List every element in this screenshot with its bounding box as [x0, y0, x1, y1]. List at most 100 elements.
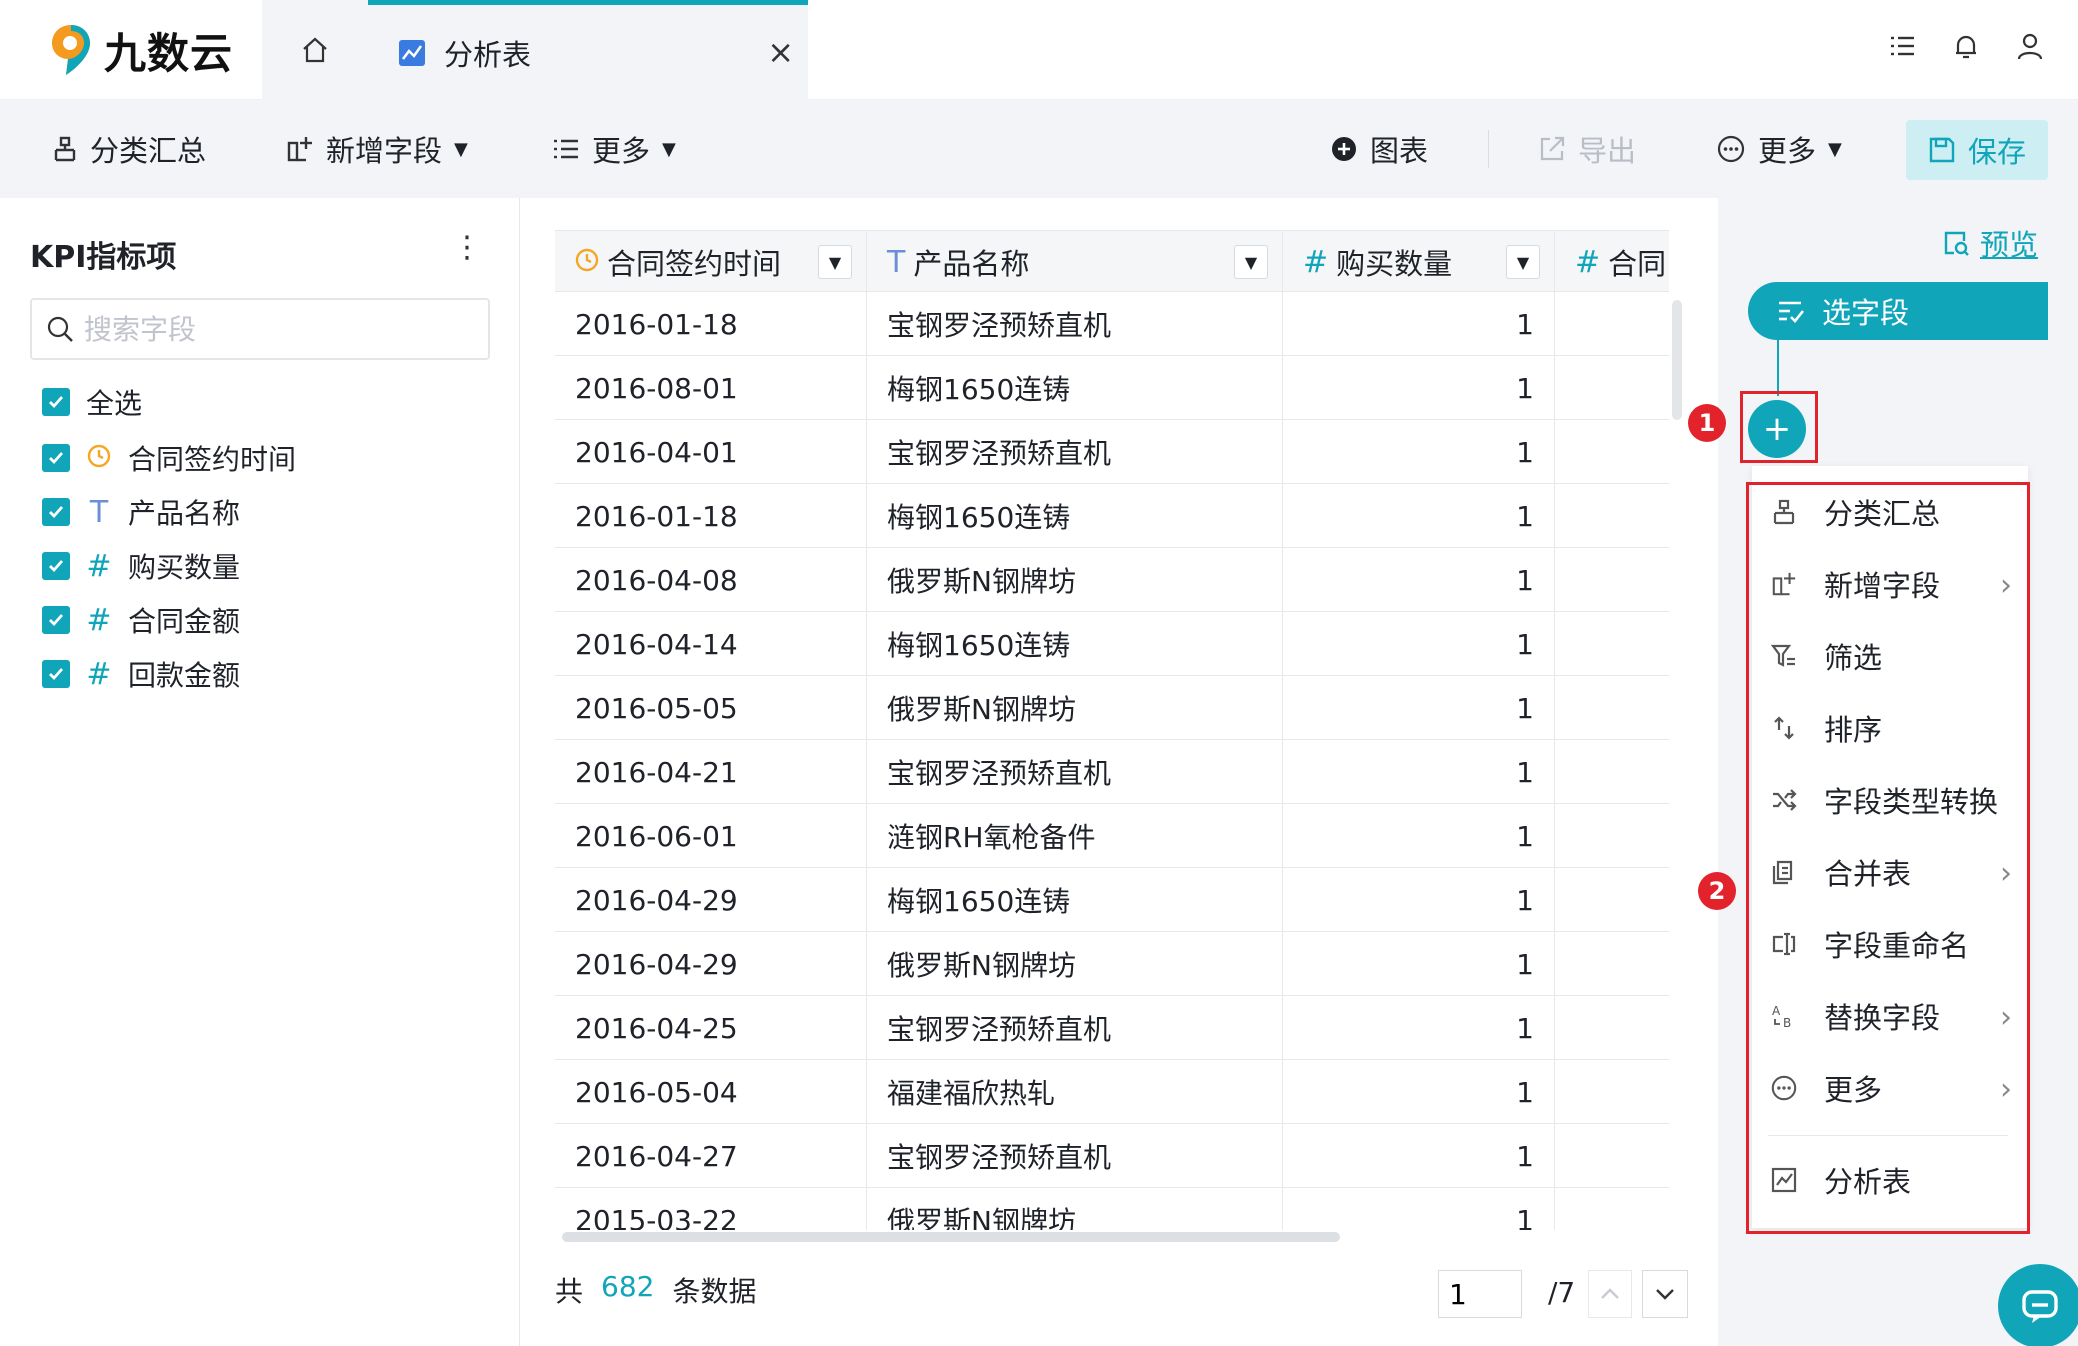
table-row[interactable]: 2016-01-18 梅钢1650连铸 1: [555, 484, 1669, 548]
page-number-input[interactable]: [1438, 1270, 1522, 1318]
cell-contract[interactable]: [1555, 676, 1669, 740]
task-list-icon[interactable]: [1884, 28, 1920, 64]
cell-contract-date[interactable]: 2016-06-01: [555, 804, 867, 868]
cell-contract-date[interactable]: 2016-05-04: [555, 1060, 867, 1124]
menu-item-merge-table[interactable]: 合并表 ›: [1768, 844, 2016, 900]
more-right-button[interactable]: 更多 ▼: [1716, 100, 1842, 198]
kebab-menu-icon[interactable]: ⋮: [452, 230, 482, 265]
cell-product-name[interactable]: 福建福欣热轧: [867, 1060, 1283, 1124]
search-field[interactable]: [30, 298, 490, 360]
app-logo[interactable]: 九数云: [48, 20, 233, 80]
cell-contract-date[interactable]: 2016-04-25: [555, 996, 867, 1060]
cell-contract[interactable]: [1555, 804, 1669, 868]
table-row[interactable]: 2016-04-29 俄罗斯N钢牌坊 1: [555, 932, 1669, 996]
cell-quantity[interactable]: 1: [1283, 1124, 1555, 1188]
cell-contract[interactable]: [1555, 1060, 1669, 1124]
field-item-payment-amount[interactable]: # 回款金额: [42, 654, 240, 694]
cell-contract[interactable]: [1555, 420, 1669, 484]
cell-contract-date[interactable]: 2016-01-18: [555, 484, 867, 548]
chevron-down-icon[interactable]: ▼: [1506, 245, 1540, 279]
cell-product-name[interactable]: 梅钢1650连铸: [867, 356, 1283, 420]
field-item-contract-amount[interactable]: # 合同金额: [42, 600, 240, 640]
select-fields-step[interactable]: 选字段: [1748, 282, 2048, 340]
cell-quantity[interactable]: 1: [1283, 676, 1555, 740]
customer-service-button[interactable]: [1998, 1264, 2078, 1346]
cell-quantity[interactable]: 1: [1283, 484, 1555, 548]
cell-product-name[interactable]: 俄罗斯N钢牌坊: [867, 548, 1283, 612]
table-row[interactable]: 2016-05-04 福建福欣热轧 1: [555, 1060, 1669, 1124]
chart-button[interactable]: 图表: [1330, 100, 1428, 198]
table-row[interactable]: 2016-04-14 梅钢1650连铸 1: [555, 612, 1669, 676]
cell-contract[interactable]: [1555, 356, 1669, 420]
cell-product-name[interactable]: 宝钢罗泾预矫直机: [867, 1124, 1283, 1188]
cell-product-name[interactable]: 俄罗斯N钢牌坊: [867, 676, 1283, 740]
cell-product-name[interactable]: 宝钢罗泾预矫直机: [867, 740, 1283, 804]
menu-item-group-summary[interactable]: 分类汇总: [1768, 484, 2016, 540]
menu-item-shuffle[interactable]: 字段类型转换: [1768, 772, 2016, 828]
menu-item-analysis-table[interactable]: 分析表: [1768, 1152, 2016, 1208]
menu-item-rename[interactable]: 字段重命名: [1768, 916, 2016, 972]
cell-quantity[interactable]: 1: [1283, 292, 1555, 356]
cell-contract-date[interactable]: 2015-03-22: [555, 1188, 867, 1230]
cell-contract-date[interactable]: 2016-04-27: [555, 1124, 867, 1188]
cell-contract-date[interactable]: 2016-04-29: [555, 932, 867, 996]
table-row[interactable]: 2016-04-27 宝钢罗泾预矫直机 1: [555, 1124, 1669, 1188]
cell-contract[interactable]: [1555, 1188, 1669, 1230]
menu-item-replace[interactable]: A B 替换字段 ›: [1768, 988, 2016, 1044]
cell-contract[interactable]: [1555, 932, 1669, 996]
column-header-contract-date[interactable]: 合同签约时间 ▼: [555, 231, 867, 293]
table-row[interactable]: 2016-08-01 梅钢1650连铸 1: [555, 356, 1669, 420]
cell-quantity[interactable]: 1: [1283, 356, 1555, 420]
save-button[interactable]: 保存: [1906, 120, 2048, 180]
cell-contract-date[interactable]: 2016-01-18: [555, 292, 867, 356]
close-icon[interactable]: ×: [767, 33, 794, 71]
table-row[interactable]: 2016-04-08 俄罗斯N钢牌坊 1: [555, 548, 1669, 612]
table-row[interactable]: 2016-04-25 宝钢罗泾预矫直机 1: [555, 996, 1669, 1060]
cell-quantity[interactable]: 1: [1283, 868, 1555, 932]
table-row[interactable]: 2016-04-01 宝钢罗泾预矫直机 1: [555, 420, 1669, 484]
menu-item-add-field[interactable]: 新增字段 ›: [1768, 556, 2016, 612]
add-field-button[interactable]: 新增字段 ▼: [286, 100, 468, 198]
horizontal-scrollbar[interactable]: [562, 1232, 1340, 1242]
vertical-scrollbar[interactable]: [1672, 300, 1682, 420]
cell-quantity[interactable]: 1: [1283, 548, 1555, 612]
column-header-quantity[interactable]: # 购买数量 ▼: [1283, 231, 1555, 293]
preview-link[interactable]: 预览: [1942, 222, 2038, 264]
cell-contract[interactable]: [1555, 484, 1669, 548]
menu-item-more-circle[interactable]: 更多 ›: [1768, 1060, 2016, 1116]
menu-item-sort[interactable]: 排序: [1768, 700, 2016, 756]
cell-contract-date[interactable]: 2016-04-29: [555, 868, 867, 932]
table-row[interactable]: 2015-03-22 俄罗斯N钢牌坊 1: [555, 1188, 1669, 1230]
cell-quantity[interactable]: 1: [1283, 612, 1555, 676]
column-header-contract[interactable]: # 合同: [1555, 231, 1669, 293]
table-row[interactable]: 2016-01-18 宝钢罗泾预矫直机 1: [555, 292, 1669, 356]
cell-contract[interactable]: [1555, 1124, 1669, 1188]
cell-contract[interactable]: [1555, 548, 1669, 612]
column-header-product-name[interactable]: T 产品名称 ▼: [867, 231, 1283, 293]
select-all-checkbox[interactable]: 全选: [42, 382, 142, 422]
cell-contract-date[interactable]: 2016-04-14: [555, 612, 867, 676]
cell-contract-date[interactable]: 2016-04-21: [555, 740, 867, 804]
tab-analysis[interactable]: 分析表 ×: [368, 0, 808, 100]
cell-quantity[interactable]: 1: [1283, 1188, 1555, 1230]
cell-product-name[interactable]: 俄罗斯N钢牌坊: [867, 1188, 1283, 1230]
cell-quantity[interactable]: 1: [1283, 804, 1555, 868]
cell-product-name[interactable]: 梅钢1650连铸: [867, 612, 1283, 676]
table-row[interactable]: 2016-04-29 梅钢1650连铸 1: [555, 868, 1669, 932]
cell-product-name[interactable]: 梅钢1650连铸: [867, 484, 1283, 548]
export-button[interactable]: 导出: [1538, 100, 1636, 198]
cell-contract[interactable]: [1555, 292, 1669, 356]
chevron-down-icon[interactable]: ▼: [818, 245, 852, 279]
cell-contract[interactable]: [1555, 868, 1669, 932]
bell-icon[interactable]: [1948, 28, 1984, 64]
group-summary-button[interactable]: 分类汇总: [52, 100, 206, 198]
field-item-contract-date[interactable]: 合同签约时间: [42, 438, 296, 478]
field-item-quantity[interactable]: # 购买数量: [42, 546, 240, 586]
cell-contract-date[interactable]: 2016-04-01: [555, 420, 867, 484]
previous-page-button[interactable]: [1588, 1270, 1632, 1318]
next-page-button[interactable]: [1642, 1270, 1688, 1318]
field-item-product-name[interactable]: T 产品名称: [42, 492, 240, 532]
cell-product-name[interactable]: 涟钢RH氧枪备件: [867, 804, 1283, 868]
user-icon[interactable]: [2012, 28, 2048, 64]
cell-contract-date[interactable]: 2016-08-01: [555, 356, 867, 420]
